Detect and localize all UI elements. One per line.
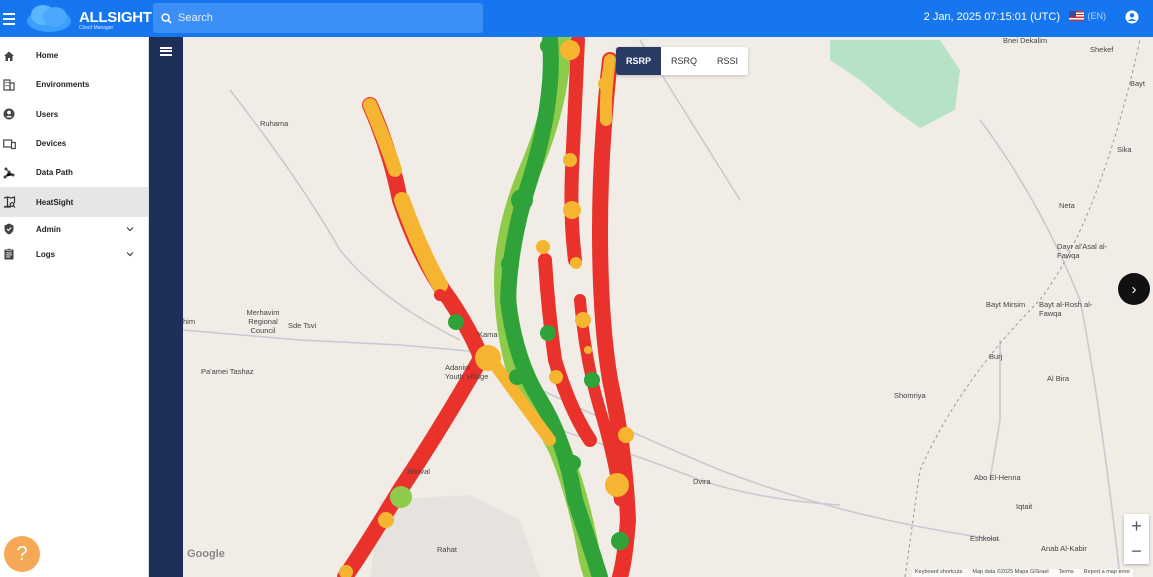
sidebar-item-logs[interactable]: Logs <box>0 242 148 267</box>
map-label: Shekef <box>1090 45 1114 54</box>
map-attribution: Keyboard shortcuts Map data ©2025 Mapa G… <box>912 569 1134 577</box>
map-label: Abo El-Henna <box>974 473 1021 482</box>
map-label: Burj <box>989 352 1003 361</box>
sidebar: Home Environments Users Devices Data Pat… <box>0 37 149 577</box>
map-label: Al Bira <box>1047 374 1070 383</box>
metric-tabs: RSRP RSRQ RSSI <box>616 47 749 75</box>
next-panel-button[interactable]: › <box>1118 273 1150 305</box>
panel-menu-icon[interactable] <box>160 45 172 57</box>
map-label: Dvira <box>693 477 711 486</box>
keyboard-shortcuts-link[interactable]: Keyboard shortcuts <box>915 569 962 577</box>
data-path-icon <box>2 166 16 180</box>
map-label: Pa'amei Tashaz <box>201 367 254 376</box>
building-icon <box>2 78 16 92</box>
map-label: Shomriya <box>894 391 926 400</box>
sidebar-item-heatsight[interactable]: HeatSight <box>0 187 148 217</box>
shield-icon <box>2 222 16 236</box>
map-label: Bayt al-Rosh al-Fawqa <box>1039 300 1095 318</box>
help-button[interactable]: ? <box>4 536 40 572</box>
map-label: him <box>183 317 196 326</box>
sidebar-item-label: Home <box>36 51 59 61</box>
us-flag-icon <box>1068 11 1084 21</box>
map-label: Eshkolot <box>970 534 999 543</box>
map-data-credit: Map data ©2025 Mapa GISrael <box>972 569 1049 575</box>
map-label: Kama <box>478 330 498 339</box>
menu-icon[interactable] <box>3 0 21 37</box>
search-bar[interactable] <box>153 3 483 33</box>
chevron-down-icon <box>126 252 134 257</box>
datetime-display: 2 Jan, 2025 07:15:01 (UTC) <box>923 11 1060 23</box>
app-logo[interactable]: ALLSIGHT Cloud Manager <box>23 0 153 37</box>
top-bar: ALLSIGHT Cloud Manager 2 Jan, 2025 07:15… <box>0 0 1153 37</box>
map-label: Dayr al'Asal al-Fawqa <box>1057 242 1115 260</box>
zoom-in-button[interactable]: + <box>1124 514 1149 539</box>
map-label: Bnei Dekalim <box>1003 37 1048 45</box>
map-label: Adanim Youth Village <box>445 363 491 381</box>
map-label: Bayt <box>1130 79 1146 88</box>
terms-link[interactable]: Terms <box>1059 569 1074 577</box>
map-label-text: Bayt al-Rosh al-Fawqa <box>1039 300 1093 318</box>
search-input[interactable] <box>178 12 468 24</box>
sidebar-item-label: Environments <box>36 80 90 90</box>
map-label: Ruhama <box>260 119 289 128</box>
map-label-text: Dayr al'Asal al-Fawqa <box>1057 242 1108 260</box>
sidebar-item-label: Logs <box>36 249 56 259</box>
map-label: Bayt Mirsim <box>986 300 1026 309</box>
map-label: Anab Al-Kabir <box>1041 544 1087 553</box>
map-label: Rahat <box>437 545 458 554</box>
home-icon <box>2 49 16 63</box>
sidebar-item-environments[interactable]: Environments <box>0 70 148 99</box>
zoom-out-button[interactable]: − <box>1124 539 1149 564</box>
map-label: Merhavim Regional Council <box>237 308 289 335</box>
map-label-text: Adanim Youth Village <box>445 363 489 381</box>
map-label: Sika <box>1117 145 1132 154</box>
brand-subtitle: Cloud Manager <box>79 25 114 31</box>
language-label: (EN) <box>1087 11 1107 21</box>
tab-rssi[interactable]: RSSI <box>707 47 749 75</box>
tab-rsrq[interactable]: RSRQ <box>661 47 708 75</box>
sidebar-item-devices[interactable]: Devices <box>0 129 148 158</box>
chevron-right-icon: › <box>1131 280 1137 298</box>
tab-rsrp[interactable]: RSRP <box>616 47 662 75</box>
zoom-control: + − <box>1124 514 1149 564</box>
user-circle-icon <box>2 107 16 121</box>
sidebar-item-label: Admin <box>36 224 61 234</box>
brand-name: ALLSIGHT <box>79 9 152 26</box>
sidebar-item-label: Users <box>36 109 59 119</box>
sidebar-item-data-path[interactable]: Data Path <box>0 158 148 187</box>
language-selector[interactable]: (EN) <box>1068 11 1107 21</box>
sidebar-item-users[interactable]: Users <box>0 100 148 129</box>
map-search-icon <box>2 195 16 209</box>
map-label-text: Merhavim Regional Council <box>246 308 280 335</box>
park-area <box>830 40 960 128</box>
sidebar-item-label: HeatSight <box>36 197 74 207</box>
sidebar-item-label: Data Path <box>36 168 73 178</box>
clipboard-icon <box>2 247 16 261</box>
map-label: Neta <box>1059 201 1075 210</box>
search-icon <box>161 12 172 24</box>
account-icon[interactable] <box>1125 10 1139 24</box>
map-label: Sde Tsvi <box>288 321 317 330</box>
chevron-down-icon <box>126 227 134 232</box>
map-label: Iqtait <box>1016 502 1033 511</box>
sidebar-item-admin[interactable]: Admin <box>0 217 148 242</box>
sidebar-item-label: Devices <box>36 139 67 149</box>
panel-rail <box>149 37 183 577</box>
sidebar-item-home[interactable]: Home <box>0 41 148 70</box>
map-canvas[interactable]: Bnei Dekalim Shekef Ruhama Sika Neta Day… <box>183 37 1153 577</box>
cloud-logo-icon <box>27 5 71 32</box>
report-error-link[interactable]: Report a map error <box>1084 569 1130 577</box>
devices-icon <box>2 137 16 151</box>
google-logo: Google <box>187 548 225 560</box>
map-label: Shoval <box>407 467 430 476</box>
